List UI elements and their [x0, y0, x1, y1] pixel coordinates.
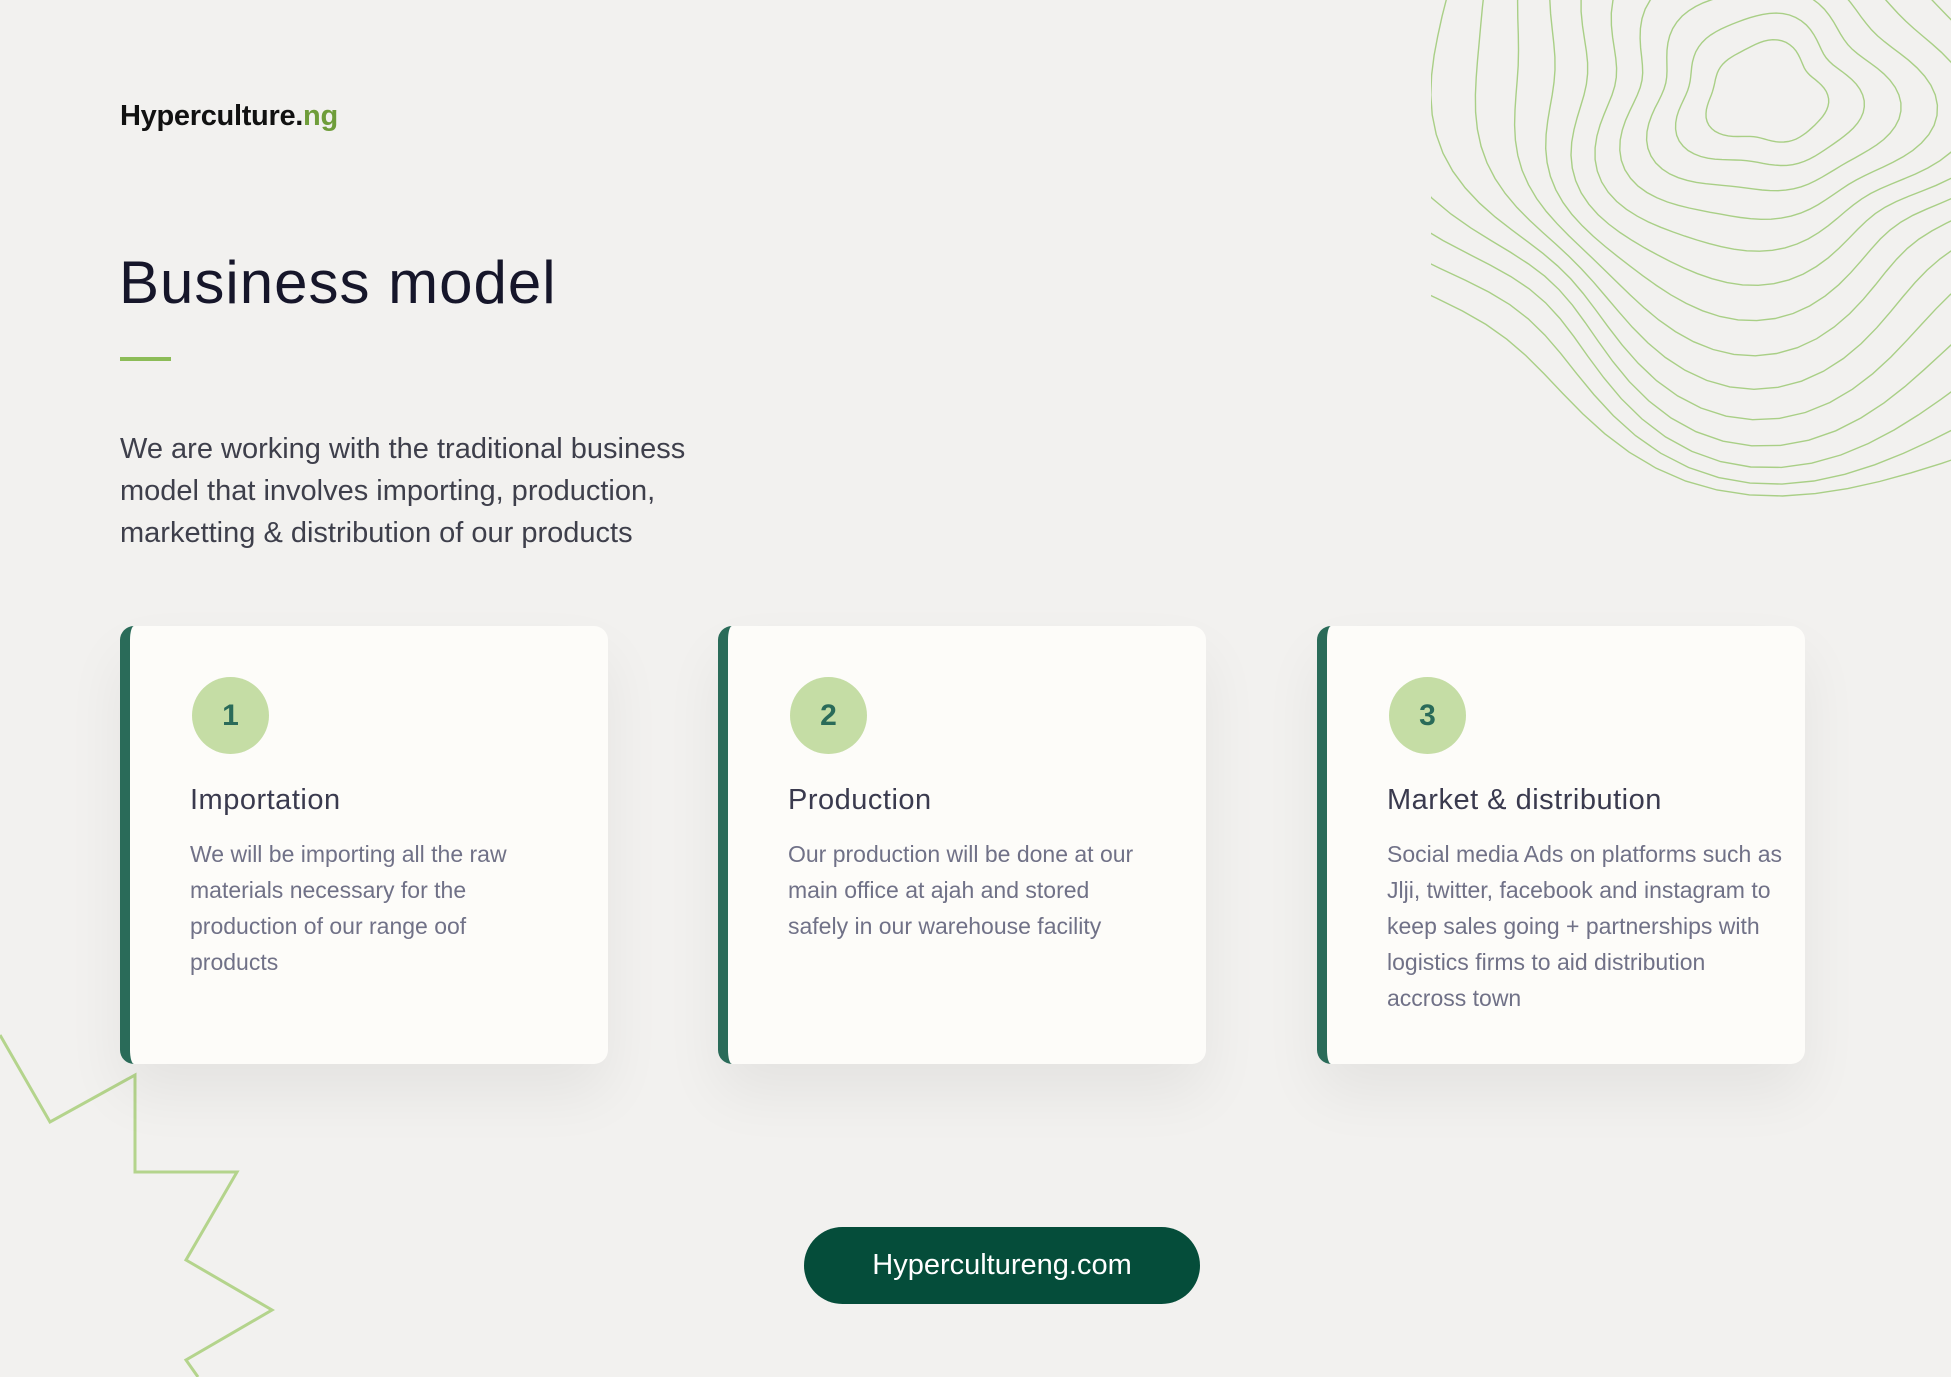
website-link-button[interactable]: Hypercultureng.com [804, 1227, 1200, 1304]
card-title: Production [788, 784, 932, 816]
brand-name: Hyperculture. [120, 100, 304, 132]
card-production: 2 Production Our production will be done… [718, 626, 1206, 1064]
card-title: Market & distribution [1387, 784, 1662, 816]
step-badge: 3 [1389, 677, 1466, 754]
page-title: Business model [119, 249, 557, 316]
card-title: Importation [190, 784, 341, 816]
step-badge: 1 [192, 677, 269, 754]
card-market-distribution: 3 Market & distribution Social media Ads… [1317, 626, 1805, 1064]
zigzag-line-icon [0, 1034, 275, 1377]
topographic-lines-icon [1431, 0, 1951, 497]
step-badge: 2 [790, 677, 867, 754]
title-underline [120, 357, 171, 361]
contour-line [1474, 0, 1951, 391]
brand-logo[interactable]: Hyperculture.ng [120, 100, 338, 133]
card-description: Social media Ads on platforms such as Jl… [1387, 841, 1783, 1011]
contour-line [1705, 38, 1830, 143]
card-description: Our production will be done at our main … [788, 841, 1134, 939]
contour-line [1513, 0, 1951, 357]
card-importation: 1 Importation We will be importing all t… [120, 626, 608, 1064]
contour-line [1674, 12, 1866, 167]
card-description: We will be importing all the raw materia… [190, 841, 507, 975]
contour-line [1431, 0, 1951, 421]
brand-suffix: ng [303, 100, 338, 132]
contour-line [1619, 0, 1939, 221]
intro-text: We are working with the traditional busi… [120, 433, 686, 549]
